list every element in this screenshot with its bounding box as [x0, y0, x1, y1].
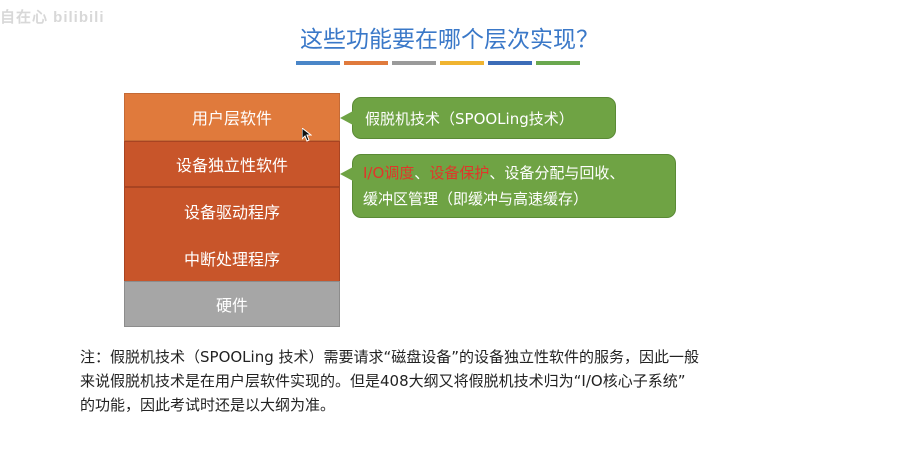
- callout-line-2: 缓冲区管理（即缓冲与高速缓存）: [363, 190, 589, 208]
- callout-io-subsystem: I/O调度、设备保护、设备分配与回收、 缓冲区管理（即缓冲与高速缓存）: [340, 154, 676, 218]
- layer-device-independent-software: 设备独立性软件: [124, 141, 340, 187]
- callout-pointer: [340, 167, 353, 181]
- layer-label: 用户层软件: [191, 109, 272, 128]
- color-bar: [440, 61, 484, 65]
- separator-text: 、: [414, 164, 430, 182]
- note-line: 的功能，因此考试时还是以大纲为准。: [80, 396, 336, 414]
- layer-interrupt-handler: 中断处理程序: [124, 234, 340, 281]
- color-bar: [296, 61, 340, 65]
- note-line: 注：假脱机技术（SPOOLing 技术）需要请求“磁盘设备”的设备独立性软件的服…: [80, 348, 700, 366]
- device-protection-text: 设备保护: [429, 164, 490, 182]
- callout-text: 假脱机技术（SPOOLing技术）: [365, 109, 574, 128]
- layer-label: 设备独立性软件: [175, 156, 288, 175]
- layer-hardware: 硬件: [124, 281, 340, 327]
- callout-text: 、设备分配与回收、: [489, 164, 625, 182]
- layer-label: 设备驱动程序: [183, 203, 280, 222]
- note-paragraph: 注：假脱机技术（SPOOLing 技术）需要请求“磁盘设备”的设备独立性软件的服…: [80, 345, 820, 417]
- color-bar: [488, 61, 532, 65]
- callout-line-1: I/O调度、设备保护、设备分配与回收、: [363, 160, 675, 186]
- color-bar: [392, 61, 436, 65]
- callout-spooling: 假脱机技术（SPOOLing技术）: [340, 97, 616, 139]
- callout-pointer: [340, 111, 353, 125]
- layer-label: 硬件: [215, 296, 248, 315]
- color-bar: [344, 61, 388, 65]
- io-scheduling-text: I/O调度: [363, 164, 415, 182]
- note-line: 来说假脱机技术是在用户层软件实现的。但是408大纲又将假脱机技术归为“I/O核心…: [80, 372, 686, 390]
- mouse-cursor-icon: [302, 128, 312, 142]
- layer-label: 中断处理程序: [183, 249, 280, 269]
- color-bar: [536, 61, 580, 65]
- layer-device-driver: 设备驱动程序: [124, 187, 340, 234]
- slide-title: 这些功能要在哪个层次实现？: [300, 27, 599, 53]
